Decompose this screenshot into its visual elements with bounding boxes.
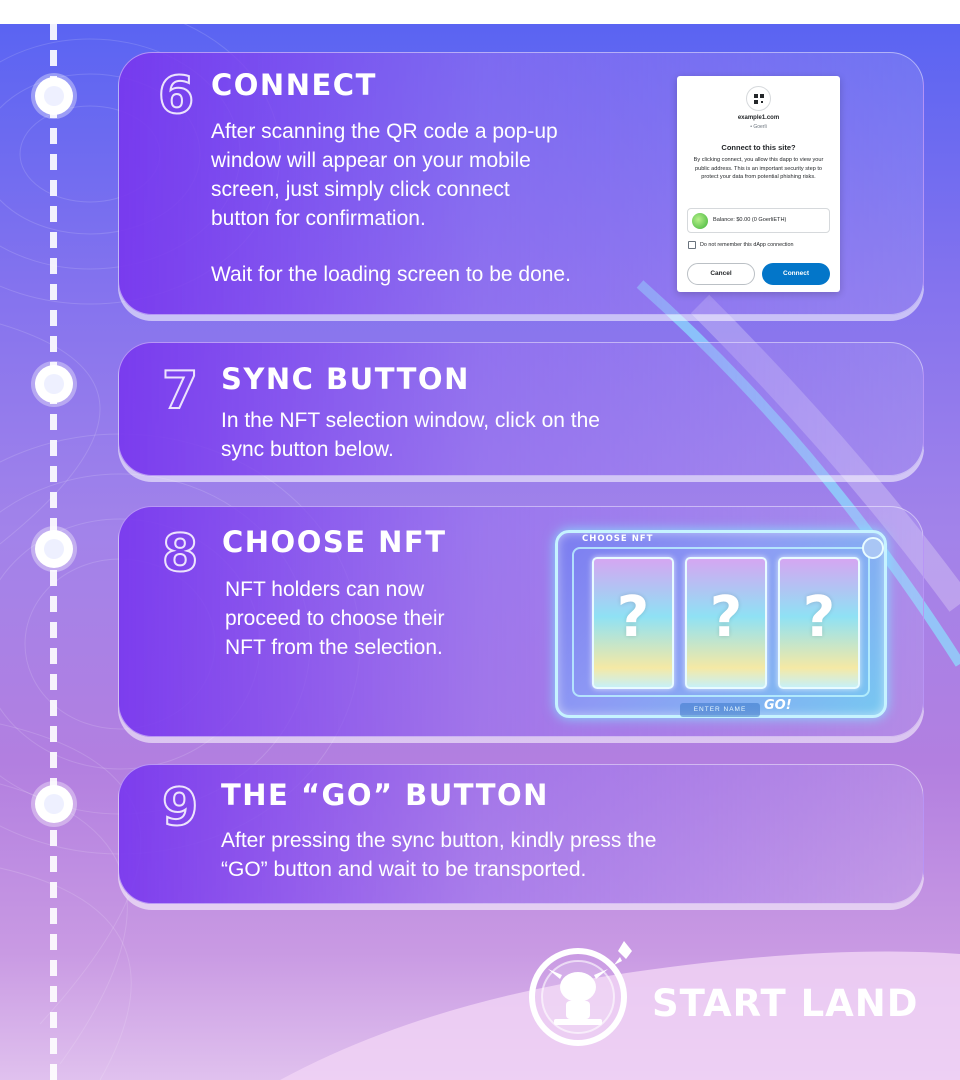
description-line: proceed to choose their bbox=[225, 607, 445, 630]
sync-icon[interactable] bbox=[862, 537, 884, 559]
nft-card[interactable]: ? bbox=[778, 557, 860, 689]
question-mark-icon: ? bbox=[709, 585, 743, 650]
go-button[interactable]: GO! bbox=[764, 698, 792, 713]
step-description: In the NFT selection window, click on th… bbox=[221, 406, 701, 464]
network-label: • Goerli bbox=[750, 124, 767, 130]
description-line: After scanning the QR code a pop-up bbox=[211, 120, 558, 143]
site-url: example1.com bbox=[737, 115, 780, 121]
description-line: NFT from the selection. bbox=[225, 636, 443, 659]
remember-checkbox[interactable] bbox=[688, 241, 696, 249]
nft-selection-panel: CHOOSE NFT ? ? ? ENTER NAME GO! bbox=[555, 530, 887, 718]
enter-name-input[interactable]: ENTER NAME bbox=[680, 703, 760, 717]
account-balance-box[interactable]: Balance: $0.00 (0 GoerliETH) bbox=[687, 208, 830, 233]
account-avatar bbox=[692, 213, 708, 229]
step-description: NFT holders can now proceed to choose th… bbox=[225, 575, 525, 662]
nft-card[interactable]: ? bbox=[685, 557, 767, 689]
step-title: CHOOSE NFT bbox=[222, 525, 447, 559]
cancel-button[interactable]: Cancel bbox=[687, 263, 755, 285]
connect-dialog: example1.com • Goerli Connect to this si… bbox=[677, 76, 840, 292]
description-line: sync button below. bbox=[221, 438, 394, 461]
start-land-logo bbox=[529, 941, 632, 1046]
step-title: THE “GO” BUTTON bbox=[221, 778, 549, 812]
step-title: SYNC BUTTON bbox=[221, 362, 470, 396]
step-note: Wait for the loading screen to be done. bbox=[211, 263, 571, 286]
balance-text: Balance: $0.00 (0 GoerliETH) bbox=[713, 217, 787, 223]
question-mark-icon: ? bbox=[802, 585, 836, 650]
dialog-title: Connect to this site? bbox=[721, 143, 796, 152]
timeline-dot-8 bbox=[35, 530, 73, 568]
step-number: 9 bbox=[161, 778, 199, 838]
rocket-icon bbox=[614, 941, 632, 965]
nft-panel-label: CHOOSE NFT bbox=[582, 534, 654, 544]
question-mark-icon: ? bbox=[616, 585, 650, 650]
step-description: After pressing the sync button, kindly p… bbox=[221, 826, 781, 884]
timeline-dot-7 bbox=[35, 365, 73, 403]
description-line: window will appear on your mobile bbox=[211, 149, 531, 172]
description-line: button for confirmation. bbox=[211, 207, 426, 230]
description-line: “GO” button and wait to be transported. bbox=[221, 858, 587, 881]
description-line: NFT holders can now bbox=[225, 578, 425, 601]
qr-code-icon bbox=[746, 86, 771, 111]
nft-card[interactable]: ? bbox=[592, 557, 674, 689]
timeline-dot-9 bbox=[35, 785, 73, 823]
timeline-dot-6 bbox=[35, 77, 73, 115]
remember-checkbox-label: Do not remember this dApp connection bbox=[700, 242, 794, 248]
brand-name: START LAND bbox=[652, 982, 919, 1025]
description-line: screen, just simply click connect bbox=[211, 178, 510, 201]
description-line: After pressing the sync button, kindly p… bbox=[221, 829, 657, 852]
step-description: After scanning the QR code a pop-up wind… bbox=[211, 117, 641, 233]
step-number: 6 bbox=[157, 66, 195, 126]
step-title: CONNECT bbox=[211, 68, 377, 102]
dialog-description: By clicking connect, you allow this dapp… bbox=[693, 157, 824, 181]
connect-button[interactable]: Connect bbox=[762, 263, 830, 285]
step-number: 8 bbox=[161, 524, 199, 584]
description-line: In the NFT selection window, click on th… bbox=[221, 409, 600, 432]
step-number: 7 bbox=[161, 361, 199, 421]
